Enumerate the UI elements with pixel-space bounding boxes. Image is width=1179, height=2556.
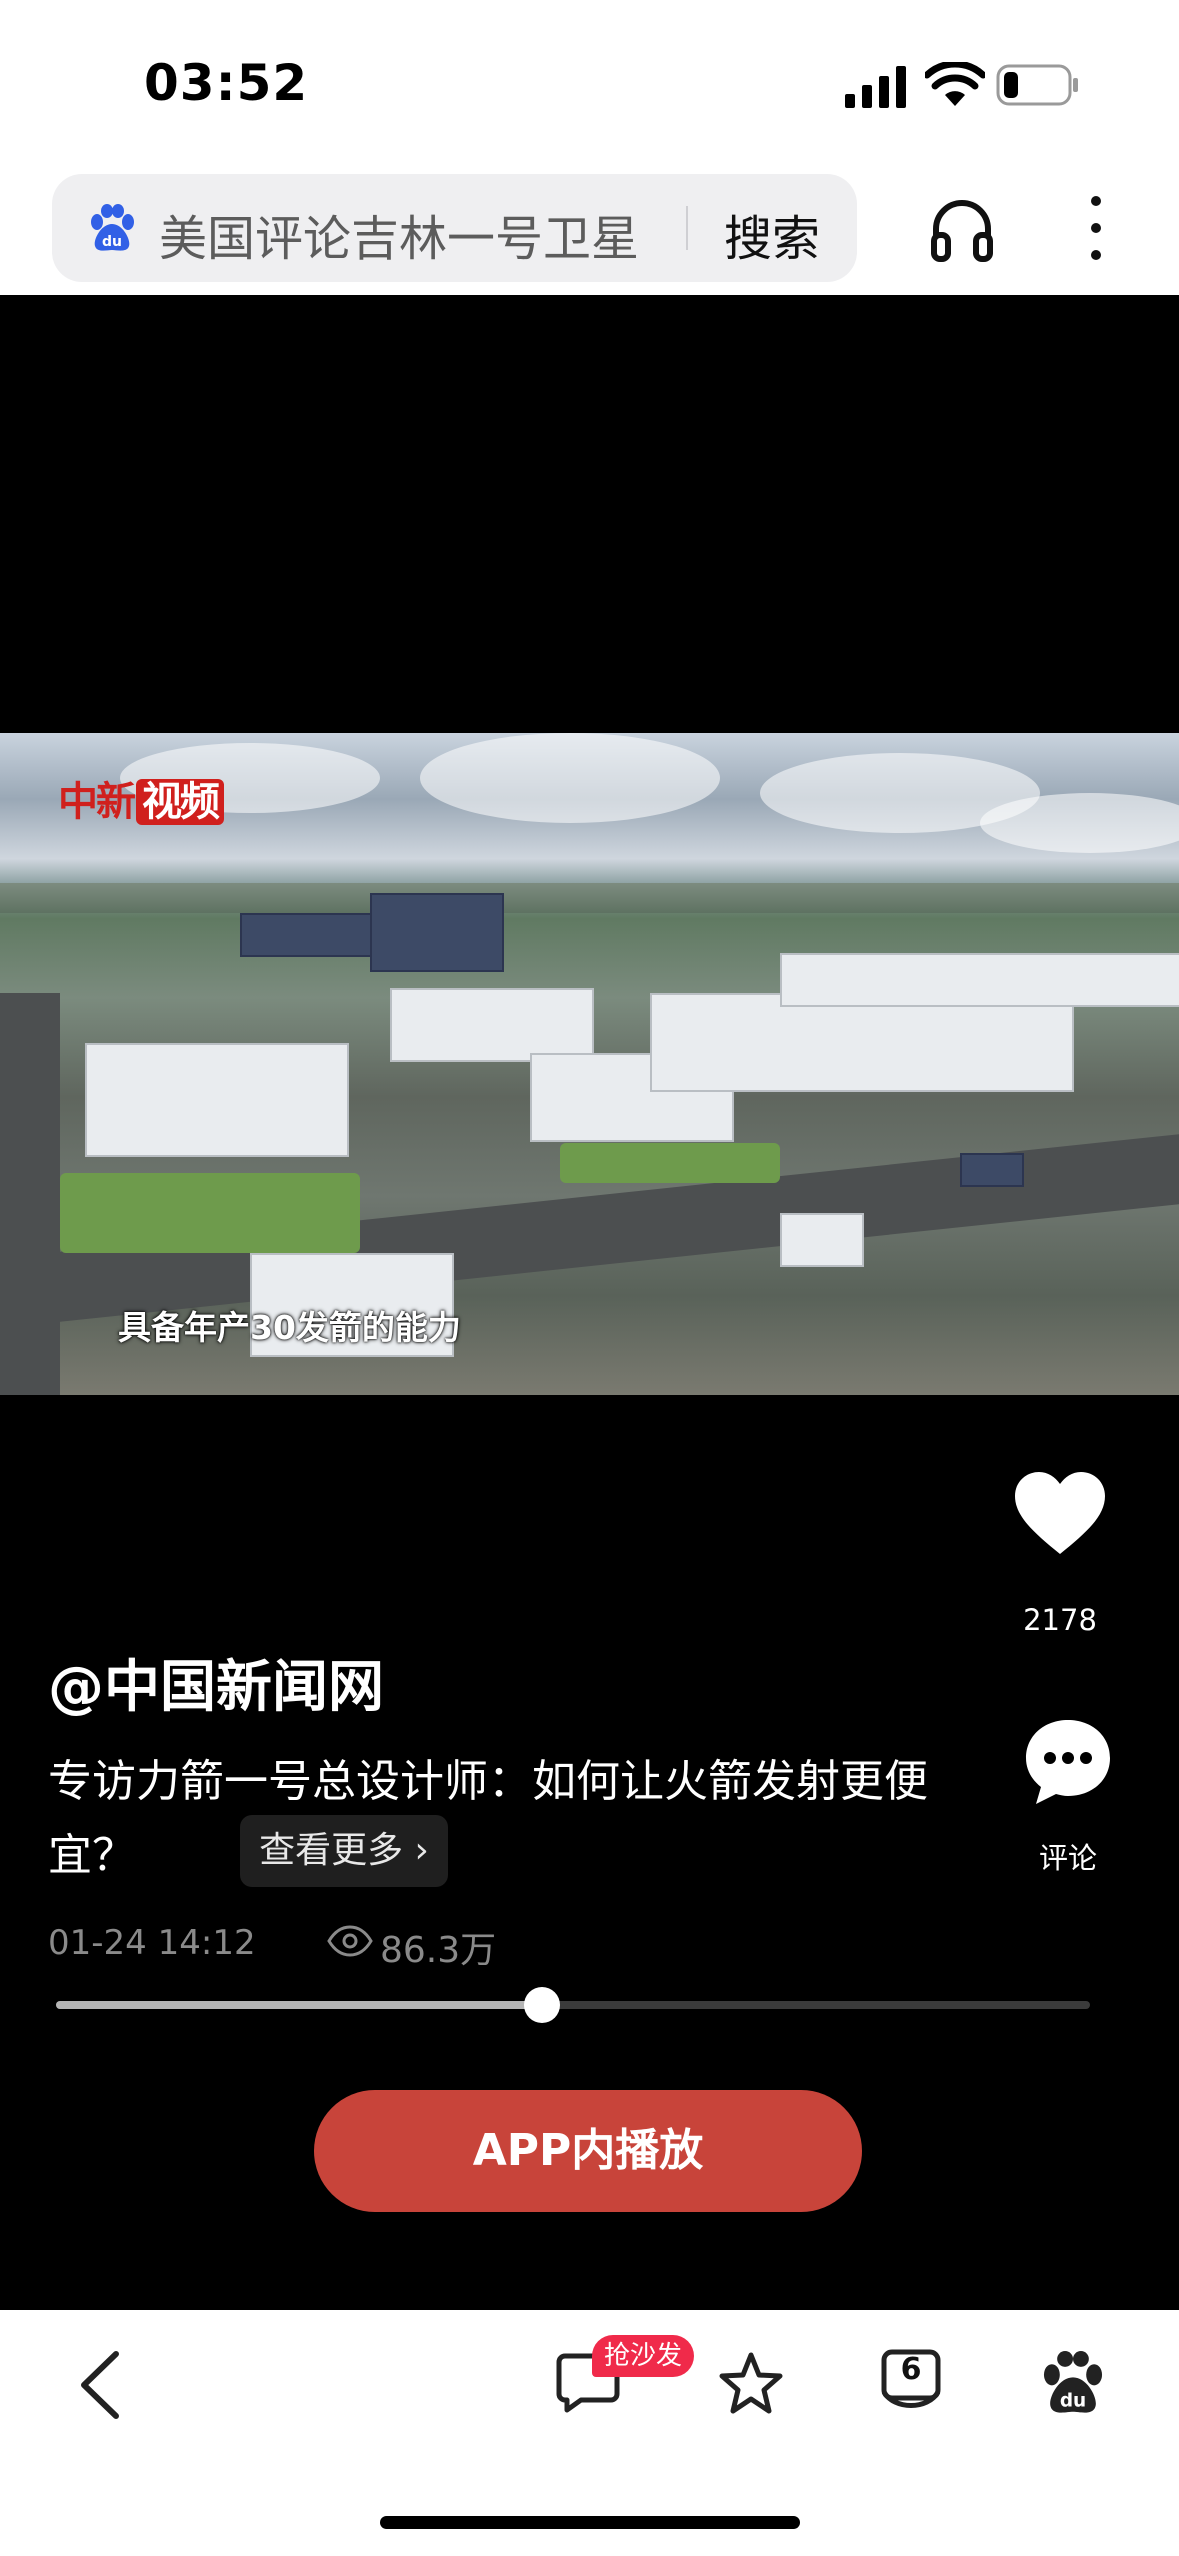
status-bar: 03:52 <box>0 0 1179 165</box>
baidu-paw-icon[interactable]: du <box>1040 2351 1106 2417</box>
svg-text:du: du <box>1060 2390 1086 2411</box>
headphone-icon[interactable] <box>930 197 994 263</box>
video-title: 专访力箭一号总设计师：如何让火箭发射更便宜？ <box>48 1756 928 1881</box>
publish-date: 01-24 14:12 <box>48 1923 256 1963</box>
back-icon[interactable] <box>78 2350 122 2420</box>
eye-icon <box>327 1925 373 1957</box>
comment-badge: 抢沙发 <box>592 2335 695 2377</box>
svg-text:du: du <box>102 234 122 250</box>
battery-icon <box>996 64 1078 106</box>
like-icon[interactable] <box>1013 1470 1107 1558</box>
video-frame[interactable]: 中新 视频 具备年产30发箭的能力 <box>0 733 1179 1395</box>
wifi-icon <box>925 62 985 106</box>
view-count: 86.3万 <box>380 1930 497 1971</box>
star-icon[interactable] <box>718 2351 784 2415</box>
watermark-badge: 视频 <box>136 779 224 825</box>
search-box[interactable]: du 美国评论吉林一号卫星 搜索 <box>52 174 857 282</box>
progress-fill <box>56 2001 542 2009</box>
more-icon[interactable] <box>1090 196 1102 260</box>
search-button[interactable]: 搜索 <box>724 199 820 269</box>
news-watermark: 中新 视频 <box>58 769 224 827</box>
app-play-button[interactable]: APP内播放 <box>314 2090 862 2212</box>
baidu-paw-icon: du <box>91 204 134 251</box>
see-more-button[interactable]: 查看更多 › <box>240 1815 448 1887</box>
comment-label[interactable]: 评论 <box>1000 1835 1136 1877</box>
search-row: du 美国评论吉林一号卫星 搜索 <box>0 165 1179 295</box>
video-progress-bar[interactable] <box>56 1987 1090 2023</box>
watermark-text: 中新 <box>58 779 136 825</box>
video-caption: 具备年产30发箭的能力 <box>118 1308 461 1347</box>
status-time: 03:52 <box>144 54 309 112</box>
home-indicator <box>380 2516 800 2529</box>
progress-thumb[interactable] <box>523 1987 560 2023</box>
cellular-signal-icon <box>845 66 906 108</box>
comment-icon[interactable] <box>1022 1716 1114 1808</box>
search-divider <box>686 206 688 250</box>
tabs-count: 6 <box>900 2352 922 2387</box>
search-query[interactable]: 美国评论吉林一号卫星 <box>159 199 639 269</box>
author-name[interactable]: @中国新闻网 <box>48 1642 384 1723</box>
like-count: 2178 <box>1023 1603 1097 1637</box>
